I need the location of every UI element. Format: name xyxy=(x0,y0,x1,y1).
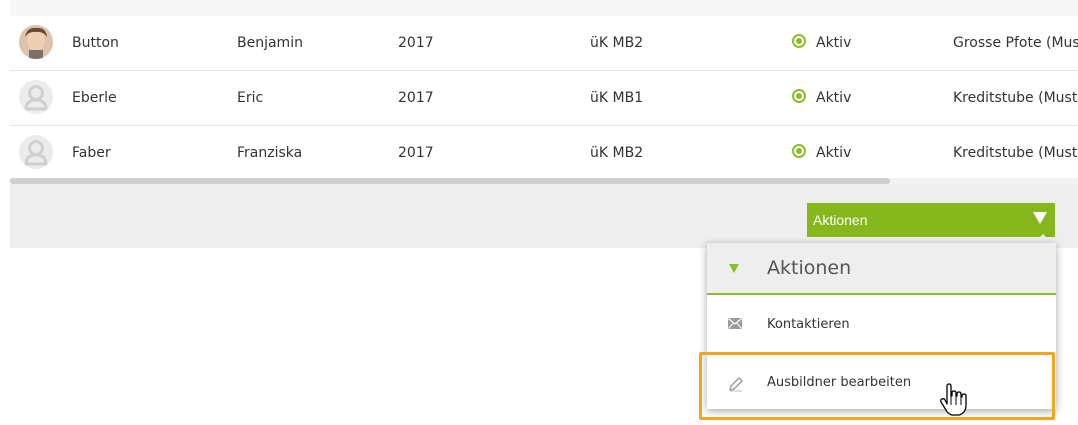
triangle-down-icon xyxy=(1033,212,1047,224)
cell-company: Kreditstube (Muste xyxy=(953,145,1078,161)
cell-last-name: Button xyxy=(72,35,119,51)
cell-status: Aktiv xyxy=(792,16,851,70)
table-row[interactable]: Faber Franziska 2017 üK MB2 Aktiv Kredit… xyxy=(10,126,1078,181)
triangle-down-icon xyxy=(729,264,739,273)
cell-company: Kreditstube (Muste xyxy=(953,90,1078,106)
avatar xyxy=(19,25,53,59)
user-placeholder-icon xyxy=(19,80,53,114)
cell-status: Aktiv xyxy=(792,71,851,125)
envelope-icon xyxy=(728,318,742,333)
cell-status: Aktiv xyxy=(792,126,851,180)
cell-course: üK MB2 xyxy=(590,145,644,161)
menu-item-label: Kontaktieren xyxy=(767,317,850,332)
status-active-icon xyxy=(792,34,806,48)
cell-year: 2017 xyxy=(398,35,434,51)
cell-first-name: Benjamin xyxy=(237,35,303,51)
status-active-icon xyxy=(792,89,806,103)
cell-first-name: Franziska xyxy=(237,145,303,161)
cell-year: 2017 xyxy=(398,90,434,106)
status-label: Aktiv xyxy=(816,145,852,161)
dropdown-pointer xyxy=(1034,234,1052,243)
user-placeholder-icon xyxy=(19,135,53,169)
cell-company: Grosse Pfote (Must xyxy=(953,35,1078,51)
table-row[interactable]: Button Benjamin 2017 üK MB2 Aktiv Grosse… xyxy=(10,16,1078,71)
table-row[interactable]: Eberle Eric 2017 üK MB1 Aktiv Kreditstub… xyxy=(10,71,1078,126)
status-active-icon xyxy=(792,144,806,158)
highlight-box xyxy=(699,352,1055,420)
cell-year: 2017 xyxy=(398,145,434,161)
cell-last-name: Eberle xyxy=(72,90,117,106)
cell-last-name: Faber xyxy=(72,145,111,161)
cell-course: üK MB1 xyxy=(590,90,644,106)
actions-button-label: Aktionen xyxy=(813,212,868,228)
table-top-gap xyxy=(10,0,1078,16)
dropdown-header[interactable]: Aktionen xyxy=(707,243,1056,295)
status-label: Aktiv xyxy=(816,90,852,106)
hand-cursor-icon xyxy=(938,383,968,421)
actions-button[interactable]: Aktionen xyxy=(807,203,1055,237)
cell-course: üK MB2 xyxy=(590,35,644,51)
menu-item-kontaktieren[interactable]: Kontaktieren xyxy=(707,300,1056,350)
status-label: Aktiv xyxy=(816,35,852,51)
dropdown-title: Aktionen xyxy=(767,257,852,279)
cell-first-name: Eric xyxy=(237,90,264,106)
